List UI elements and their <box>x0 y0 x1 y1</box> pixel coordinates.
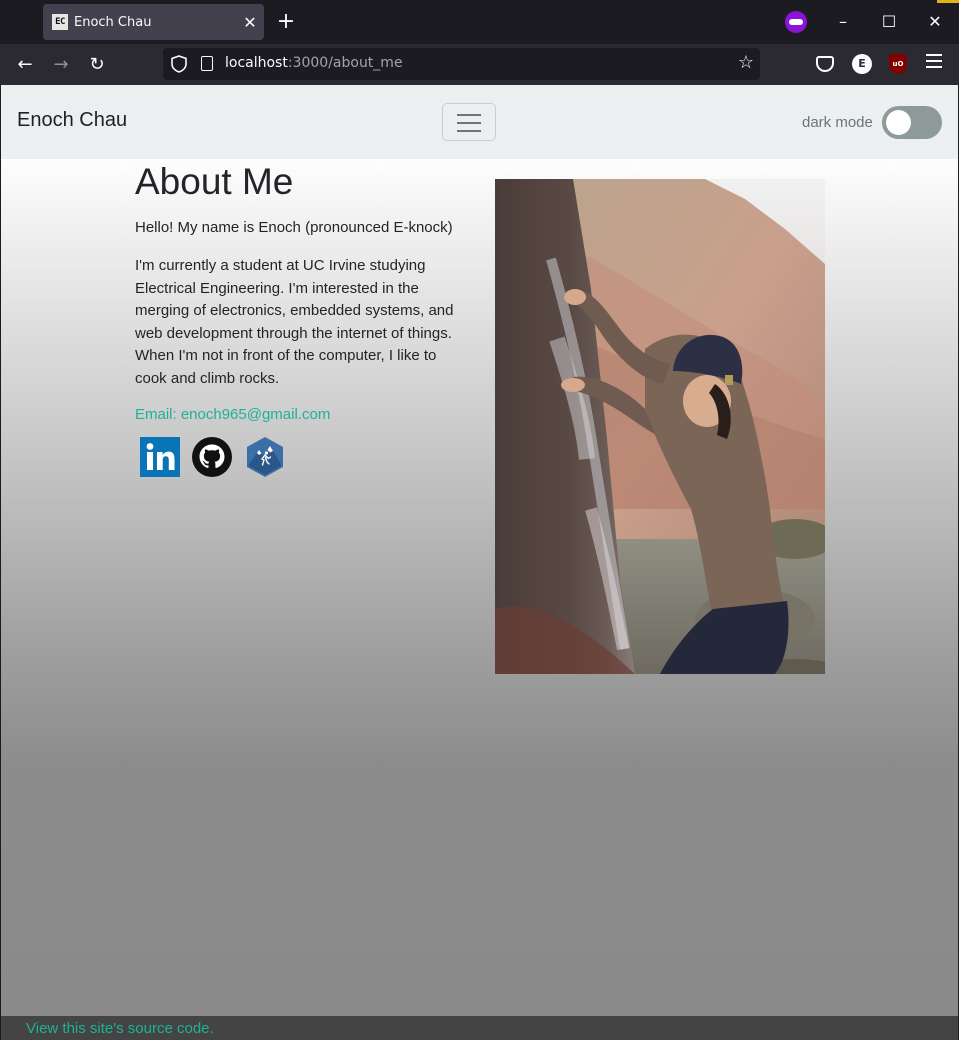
reload-button[interactable]: ↻ <box>84 52 110 78</box>
brand-link[interactable]: Enoch Chau <box>17 109 127 132</box>
dark-mode-label: dark mode <box>802 114 873 131</box>
url-bar[interactable]: localhost:3000/about_me ☆ <box>163 48 760 80</box>
site-footer: View this site's source code. <box>1 1016 958 1040</box>
hamburger-menu-button[interactable] <box>442 103 496 141</box>
site-navbar: Enoch Chau dark mode <box>1 85 958 159</box>
minimize-button[interactable]: – <box>831 10 855 34</box>
ublock-icon[interactable]: uO <box>889 54 907 74</box>
mountain-project-icon[interactable] <box>245 436 285 478</box>
shield-icon[interactable] <box>171 55 187 73</box>
tab-close-icon[interactable]: ✕ <box>236 13 264 32</box>
page-icon <box>201 56 213 71</box>
browser-nav-bar: ← → ↻ localhost:3000/about_me ☆ E uO <box>0 44 959 85</box>
tab-favicon-icon: EC <box>52 14 68 30</box>
extension-e-icon[interactable]: E <box>852 54 872 74</box>
tab-title: Enoch Chau <box>74 14 152 30</box>
page-viewport: Enoch Chau dark mode About Me Hello! My … <box>1 85 958 1040</box>
toggle-knob <box>886 110 911 135</box>
window-accent <box>937 0 959 3</box>
url-text[interactable]: localhost:3000/about_me <box>225 55 403 71</box>
forward-button[interactable]: → <box>48 52 74 78</box>
star-icon[interactable]: ☆ <box>738 52 754 73</box>
new-tab-button[interactable]: + <box>274 8 298 36</box>
mask-icon[interactable] <box>785 11 807 33</box>
bio-text: I'm currently a student at UC Irvine stu… <box>135 257 454 387</box>
climbing-photo <box>495 179 825 674</box>
page-title: About Me <box>135 161 294 202</box>
close-window-button[interactable]: ✕ <box>923 10 947 34</box>
back-button[interactable]: ← <box>12 52 38 78</box>
menu-icon[interactable] <box>926 54 942 68</box>
email-link[interactable]: Email: enoch965@gmail.com <box>135 406 330 423</box>
browser-tab-bar: EC Enoch Chau ✕ + – ☐ ✕ <box>0 0 959 44</box>
pocket-icon[interactable] <box>816 56 834 72</box>
browser-tab[interactable]: EC Enoch Chau ✕ <box>43 4 264 40</box>
intro-text: Hello! My name is Enoch (pronounced E-kn… <box>135 219 453 236</box>
dark-mode-toggle[interactable] <box>882 106 942 139</box>
github-icon[interactable] <box>191 436 233 478</box>
linkedin-icon[interactable] <box>139 436 181 478</box>
maximize-button[interactable]: ☐ <box>877 10 901 34</box>
source-code-link[interactable]: View this site's source code. <box>26 1020 214 1037</box>
